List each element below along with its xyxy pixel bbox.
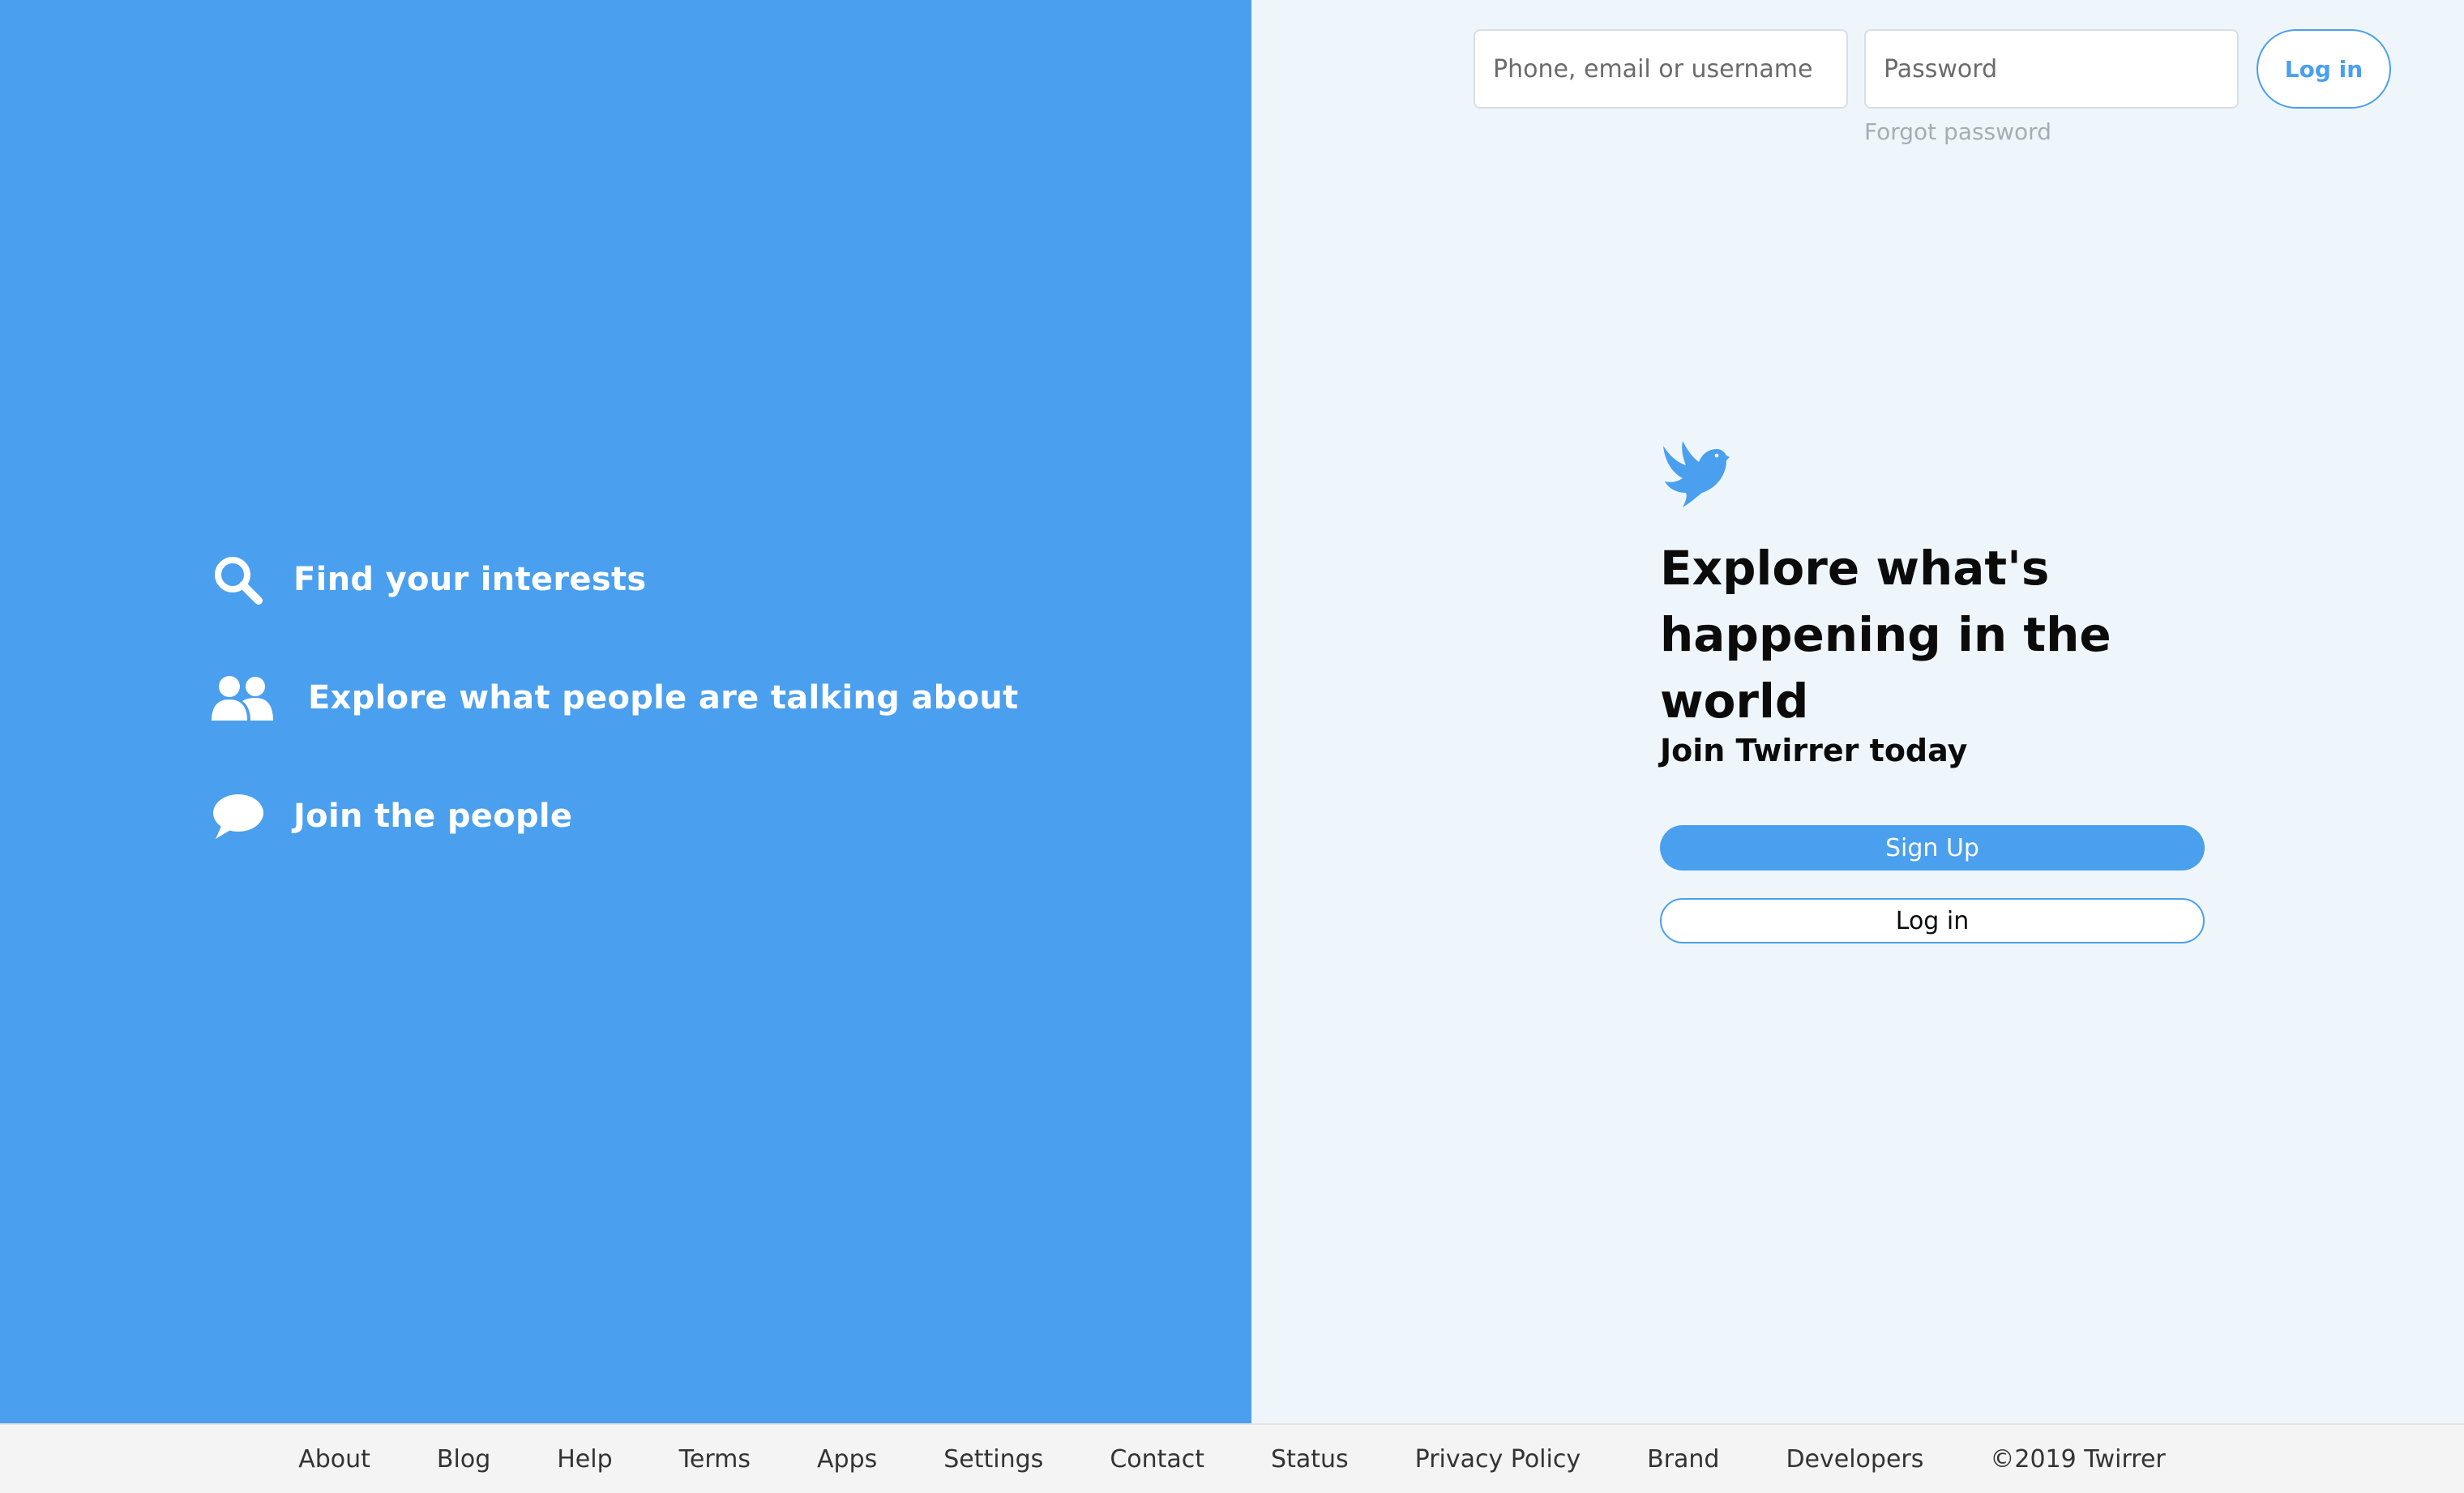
forgot-password-link[interactable]: Forgot password	[1864, 118, 2051, 145]
top-login-button[interactable]: Log in	[2257, 29, 2391, 109]
chat-bubble-icon	[209, 788, 266, 845]
footer-link-contact[interactable]: Contact	[1110, 1445, 1204, 1474]
footer-link-help[interactable]: Help	[557, 1445, 612, 1474]
footer-link-status[interactable]: Status	[1271, 1445, 1349, 1474]
feature-join-people: Join the people	[209, 788, 572, 845]
feature-label: Explore what people are talking about	[308, 679, 1019, 717]
bird-icon	[1658, 438, 1730, 509]
password-input[interactable]	[1864, 29, 2239, 109]
footer-link-privacy[interactable]: Privacy Policy	[1415, 1445, 1581, 1474]
footer: About Blog Help Terms Apps Settings Cont…	[0, 1423, 2464, 1493]
search-icon	[209, 551, 266, 608]
footer-link-developers[interactable]: Developers	[1786, 1445, 1923, 1474]
people-icon	[209, 669, 276, 726]
footer-link-about[interactable]: About	[298, 1445, 370, 1474]
feature-find-interests: Find your interests	[209, 551, 647, 608]
feature-label: Join the people	[293, 798, 573, 835]
footer-link-blog[interactable]: Blog	[437, 1445, 490, 1474]
footer-link-brand[interactable]: Brand	[1647, 1445, 1719, 1474]
username-input[interactable]	[1474, 29, 1848, 109]
feature-label: Find your interests	[293, 561, 647, 598]
footer-link-settings[interactable]: Settings	[943, 1445, 1043, 1474]
page: Find your interests Explore what people …	[0, 0, 2464, 1493]
login-button[interactable]: Log in	[1660, 898, 2205, 943]
footer-link-apps[interactable]: Apps	[817, 1445, 877, 1474]
join-heading: Join Twirrer today	[1660, 733, 1968, 768]
footer-copyright: ©2019 Twirrer	[1990, 1444, 2166, 1474]
signup-button[interactable]: Sign Up	[1660, 825, 2205, 871]
feature-explore-talk: Explore what people are talking about	[209, 669, 1019, 726]
footer-link-terms[interactable]: Terms	[679, 1445, 751, 1474]
headline: Explore what's happening in the world	[1660, 541, 2111, 729]
left-panel: Find your interests Explore what people …	[0, 0, 1251, 1423]
